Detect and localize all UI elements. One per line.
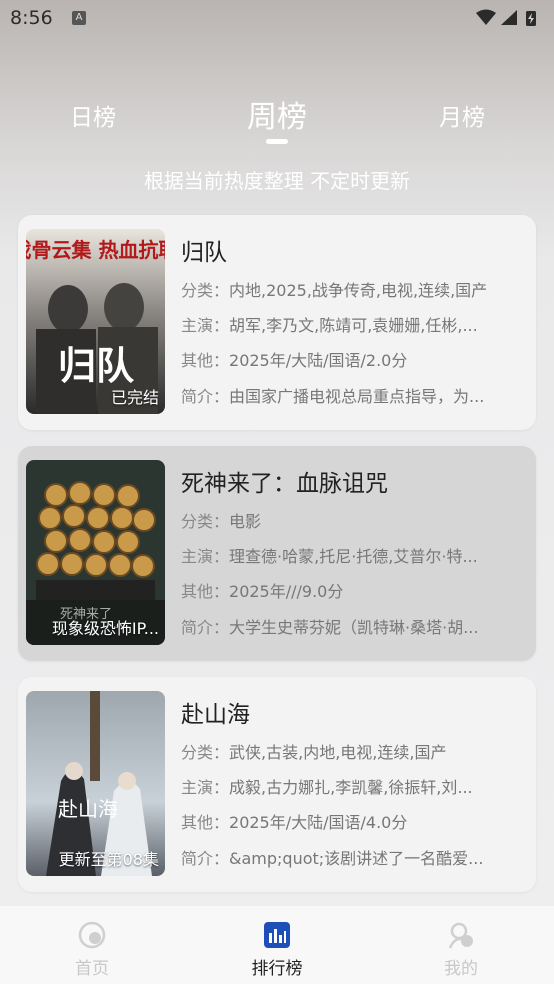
ranking-card[interactable]: 死神来了 现象级恐怖IP... 死神来了：血脉诅咒 分类：电影 主演：理查德·哈… [18, 446, 536, 661]
item-intro: 简介：大学生史蒂芬妮（凯特琳·桑塔·胡... [181, 618, 479, 637]
nav-ranking-label: 排行榜 [251, 959, 303, 979]
ranking-card[interactable]: 戏骨云集 热血抗联 归队 已完结 归队 分类：内地,2025,战争传奇,电视,连… [18, 215, 536, 430]
item-category: 分类：内地,2025,战争传奇,电视,连续,国产 [181, 281, 488, 300]
nav-ranking[interactable]: 排行榜 [232, 920, 322, 979]
item-title: 赴山海 [181, 702, 250, 728]
status-time: 8:56 [10, 7, 53, 29]
notification-icon: A [72, 11, 86, 25]
item-title: 死神来了：血脉诅咒 [181, 471, 388, 497]
ranking-card[interactable]: 赴山海 更新至第08集 赴山海 分类：武侠,古装,内地,电视,连续,国产 主演：… [18, 677, 536, 892]
status-badge: 现象级恐怖IP... [51, 619, 159, 638]
poster-image[interactable]: 戏骨云集 热血抗联 归队 已完结 [26, 229, 165, 414]
status-icons [476, 9, 536, 26]
item-other: 其他：2025年///9.0分 [181, 582, 344, 601]
item-intro: 简介：由国家广播电视总局重点指导，为... [181, 387, 485, 406]
nav-profile[interactable]: 我的 [416, 920, 506, 979]
poster-image[interactable]: 死神来了 现象级恐怖IP... [26, 460, 165, 645]
tab-week[interactable]: 周榜 [236, 92, 318, 136]
bottom-nav: 首页 排行榜 我的 [0, 906, 554, 984]
tab-indicator [266, 139, 288, 144]
item-other: 其他：2025年/大陆/国语/4.0分 [181, 813, 408, 832]
item-cast: 主演：成毅,古力娜扎,李凯馨,徐振轩,刘... [181, 778, 473, 797]
signal-icon [501, 10, 517, 25]
item-category: 分类：武侠,古装,内地,电视,连续,国产 [181, 743, 447, 762]
profile-icon [448, 922, 473, 949]
poster-image[interactable]: 赴山海 更新至第08集 [26, 691, 165, 876]
status-badge: 更新至第08集 [58, 850, 159, 869]
poster-headline: 赴山海 [58, 797, 118, 821]
tab-day[interactable]: 日榜 [58, 98, 128, 132]
status-bar: 8:56 A [0, 0, 554, 40]
item-category: 分类：电影 [181, 512, 262, 531]
nav-home[interactable]: 首页 [47, 920, 137, 979]
tab-month[interactable]: 月榜 [428, 98, 496, 132]
ranking-subtitle: 根据当前热度整理 不定时更新 [143, 169, 411, 193]
status-badge: 已完结 [110, 388, 159, 407]
item-other: 其他：2025年/大陆/国语/2.0分 [181, 351, 408, 370]
nav-home-label: 首页 [75, 959, 109, 979]
wifi-icon [476, 9, 496, 25]
item-title: 归队 [181, 240, 227, 266]
ranking-icon [264, 922, 290, 948]
home-icon [78, 921, 106, 949]
poster-headline: 戏骨云集 热血抗联 [26, 238, 165, 262]
nav-profile-label: 我的 [444, 959, 478, 979]
poster-logo: 归队 [58, 344, 135, 388]
item-cast: 主演：理查德·哈蒙,托尼·托德,艾普尔·特... [181, 547, 478, 566]
item-intro: 简介：&amp;quot;该剧讲述了一名酷爱... [181, 849, 484, 868]
item-cast: 主演：胡军,李乃文,陈靖可,袁姗姗,任彬,... [181, 316, 478, 335]
